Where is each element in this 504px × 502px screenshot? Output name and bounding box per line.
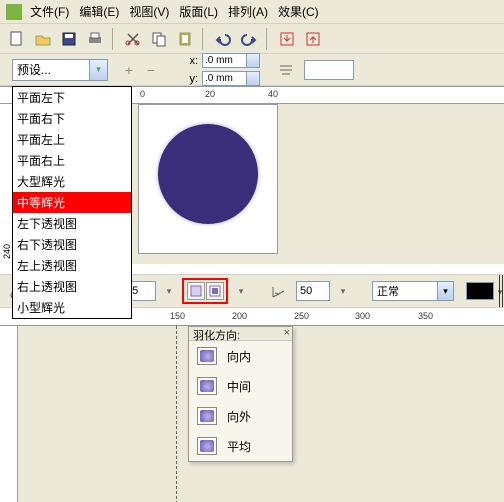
menu-view[interactable]: 视图(V) [129,3,169,20]
ruler-tick: 240 [2,244,12,259]
redo-button[interactable] [238,28,260,50]
angle-field[interactable]: 50 [296,281,330,301]
ruler-tick: 200 [232,311,247,321]
feather-icon-average [197,437,217,455]
chevron-down-icon[interactable]: ▾ [336,284,350,298]
preset-dropdown-list: 平面左下 平面右下 平面左上 平面右上 大型辉光 中等辉光 左下透视图 右下透视… [12,86,132,319]
ruler-tick: 0 [140,89,145,99]
canvas-area: 羽化方向: × 向内 中间 向外 平均 [0,326,504,502]
undo-button[interactable] [212,28,234,50]
chevron-down-icon[interactable]: ▾ [234,284,248,298]
guideline-vertical[interactable] [176,326,177,502]
preset-option[interactable]: 右下透视图 [13,234,131,255]
feather-direction-group [182,278,228,304]
menu-layout[interactable]: 版面(L) [179,3,218,20]
preset-option[interactable]: 平面右下 [13,108,131,129]
menu-bar: 文件(F) 编辑(E) 视图(V) 版面(L) 排列(A) 效果(C) [0,0,504,24]
menu-file[interactable]: 文件(F) [30,3,69,20]
preset-combo[interactable]: 预设... ▾ [12,59,108,81]
ruler-tick: 250 [294,311,309,321]
x-label: x: [186,55,200,67]
separator [202,28,206,50]
separator [112,28,116,50]
scroll-track [502,275,503,307]
copy-button[interactable] [148,28,170,50]
size-icon [278,62,294,78]
feather-item-outside[interactable]: 向外 [189,401,292,431]
preset-option[interactable]: 左下透视图 [13,213,131,234]
position-group: x: .0 mm y: .0 mm [186,53,260,87]
cut-button[interactable] [122,28,144,50]
preset-option[interactable]: 平面左下 [13,87,131,108]
width-field[interactable] [304,60,354,80]
feather-icon-inside [197,347,217,365]
feather-icon-middle [197,377,217,395]
preset-option[interactable]: 平面右上 [13,150,131,171]
workspace[interactable]: 羽化方向: × 向内 中间 向外 平均 [18,326,504,502]
chevron-down-icon[interactable]: ▾ [162,284,176,298]
y-label: y: [186,73,200,85]
chevron-down-icon[interactable]: ▾ [437,282,453,300]
menu-effects[interactable]: 效果(C) [278,3,319,20]
preset-option[interactable]: 平面左上 [13,129,131,150]
x-field[interactable]: .0 mm [202,53,260,68]
preset-combo-label: 预设... [17,61,51,78]
chevron-down-icon[interactable]: ▾ [89,60,107,80]
preset-option[interactable]: 大型辉光 [13,171,131,192]
preset-remove-button[interactable]: − [142,61,160,79]
save-button[interactable] [58,28,80,50]
feather-dir-button-b[interactable] [206,282,224,300]
angle-icon [268,280,290,302]
shape-ellipse[interactable] [158,124,258,224]
open-button[interactable] [32,28,54,50]
feather-item-average[interactable]: 平均 [189,431,292,461]
y-field[interactable]: .0 mm [202,71,260,86]
new-button[interactable] [6,28,28,50]
menu-arrange[interactable]: 排列(A) [228,3,268,20]
menu-edit[interactable]: 编辑(E) [79,3,119,20]
app-icon [6,4,22,20]
feather-title-label: 羽化方向: [189,330,240,342]
color-swatch[interactable]: ▾ [466,282,494,300]
ruler-vertical[interactable] [0,326,18,502]
feather-item-middle[interactable]: 中间 [189,371,292,401]
preset-add-button[interactable]: + [120,61,138,79]
feather-icon-outside [197,407,217,425]
import-button[interactable] [276,28,298,50]
ruler-tick: 40 [268,89,278,99]
ruler-tick: 300 [355,311,370,321]
ruler-tick: 350 [418,311,433,321]
feather-direction-flyout: 羽化方向: × 向内 中间 向外 平均 [188,326,293,462]
standard-toolbar [0,24,504,54]
export-button[interactable] [302,28,324,50]
property-bar: 预设... ▾ + − x: .0 mm y: .0 mm [0,54,504,86]
separator [266,28,270,50]
scroll-track [499,275,500,307]
preset-option[interactable]: 右上透视图 [13,276,131,297]
print-button[interactable] [84,28,106,50]
feather-dir-button-a[interactable] [187,282,205,300]
preset-option[interactable]: 左上透视图 [13,255,131,276]
preset-option[interactable]: 小型辉光 [13,297,131,318]
feather-item-inside[interactable]: 向内 [189,341,292,371]
ruler-tick: 20 [205,89,215,99]
paste-button[interactable] [174,28,196,50]
flyout-titlebar[interactable]: 羽化方向: × [189,327,292,341]
close-icon[interactable]: × [284,327,290,339]
preset-option-selected[interactable]: 中等辉光 [13,192,131,213]
ruler-tick: 150 [170,311,185,321]
blend-mode-combo[interactable]: 正常 ▾ [372,281,454,301]
